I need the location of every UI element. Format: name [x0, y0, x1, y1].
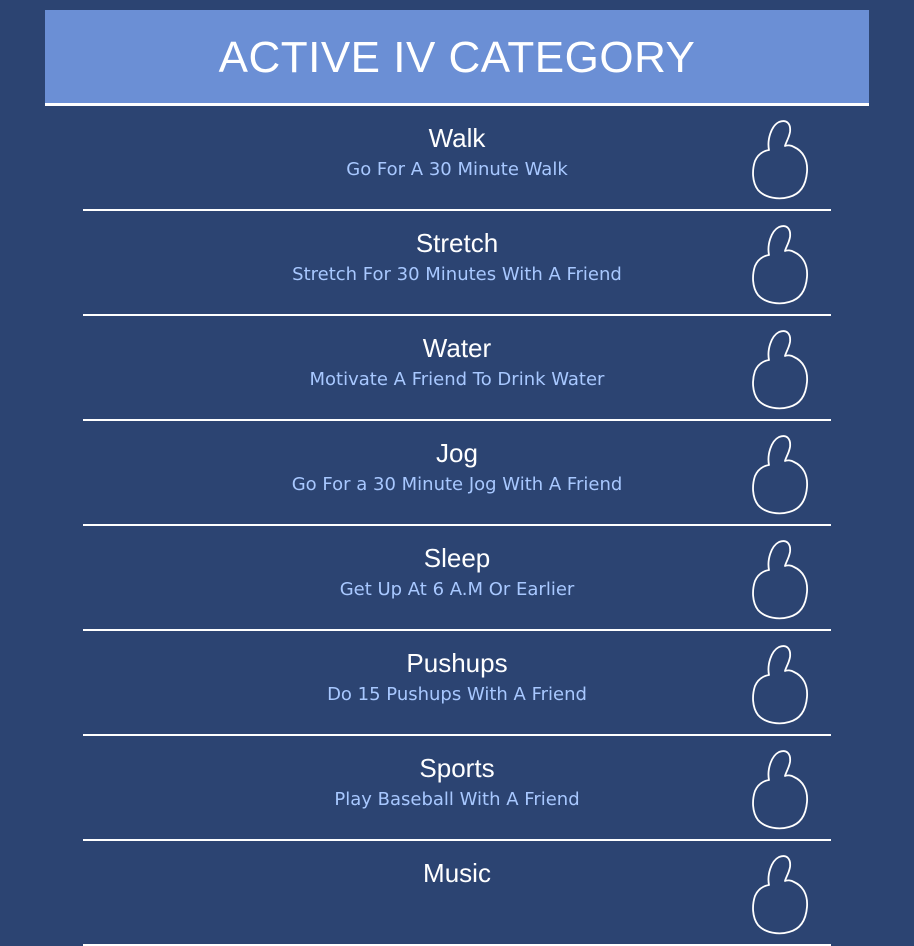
activity-description: Motivate A Friend To Drink Water — [309, 369, 605, 390]
thumbs-up-icon[interactable] — [751, 433, 811, 515]
activity-description: Play Baseball With A Friend — [334, 789, 580, 810]
activity-description: Do 15 Pushups With A Friend — [327, 684, 587, 705]
activity-description: Stretch For 30 Minutes With A Friend — [292, 264, 622, 285]
activity-title: Pushups — [406, 648, 508, 678]
activity-item-pushups[interactable]: Pushups Do 15 Pushups With A Friend — [83, 631, 831, 736]
thumbs-up-icon[interactable] — [751, 748, 811, 830]
activity-list: Walk Go For A 30 Minute Walk Stretch Str… — [83, 106, 831, 946]
activity-title: Music — [423, 858, 491, 888]
activity-item-jog[interactable]: Jog Go For a 30 Minute Jog With A Friend — [83, 421, 831, 526]
thumbs-up-icon[interactable] — [751, 223, 811, 305]
activity-item-sleep[interactable]: Sleep Get Up At 6 A.M Or Earlier — [83, 526, 831, 631]
activity-title: Stretch — [415, 228, 499, 258]
thumbs-up-icon[interactable] — [751, 853, 811, 935]
page-header: ACTIVE IV CATEGORY — [45, 10, 869, 106]
activity-title: Sports — [419, 753, 495, 783]
thumbs-up-icon[interactable] — [751, 538, 811, 620]
activity-item-sports[interactable]: Sports Play Baseball With A Friend — [83, 736, 831, 841]
activity-title: Jog — [436, 438, 478, 468]
activity-item-water[interactable]: Water Motivate A Friend To Drink Water — [83, 316, 831, 421]
activity-description: Go For A 30 Minute Walk — [346, 159, 568, 180]
activity-item-stretch[interactable]: Stretch Stretch For 30 Minutes With A Fr… — [83, 211, 831, 316]
thumbs-up-icon[interactable] — [751, 643, 811, 725]
activity-title: Water — [422, 333, 492, 363]
thumbs-up-icon[interactable] — [751, 118, 811, 200]
activity-item-walk[interactable]: Walk Go For A 30 Minute Walk — [83, 106, 831, 211]
activity-title: Sleep — [423, 543, 491, 573]
activity-item-music[interactable]: Music — [83, 841, 831, 946]
activity-description: Go For a 30 Minute Jog With A Friend — [291, 474, 623, 495]
page-title: ACTIVE IV CATEGORY — [218, 32, 696, 82]
activity-description: Get Up At 6 A.M Or Earlier — [339, 579, 575, 600]
thumbs-up-icon[interactable] — [751, 328, 811, 410]
activity-title: Walk — [428, 123, 486, 153]
